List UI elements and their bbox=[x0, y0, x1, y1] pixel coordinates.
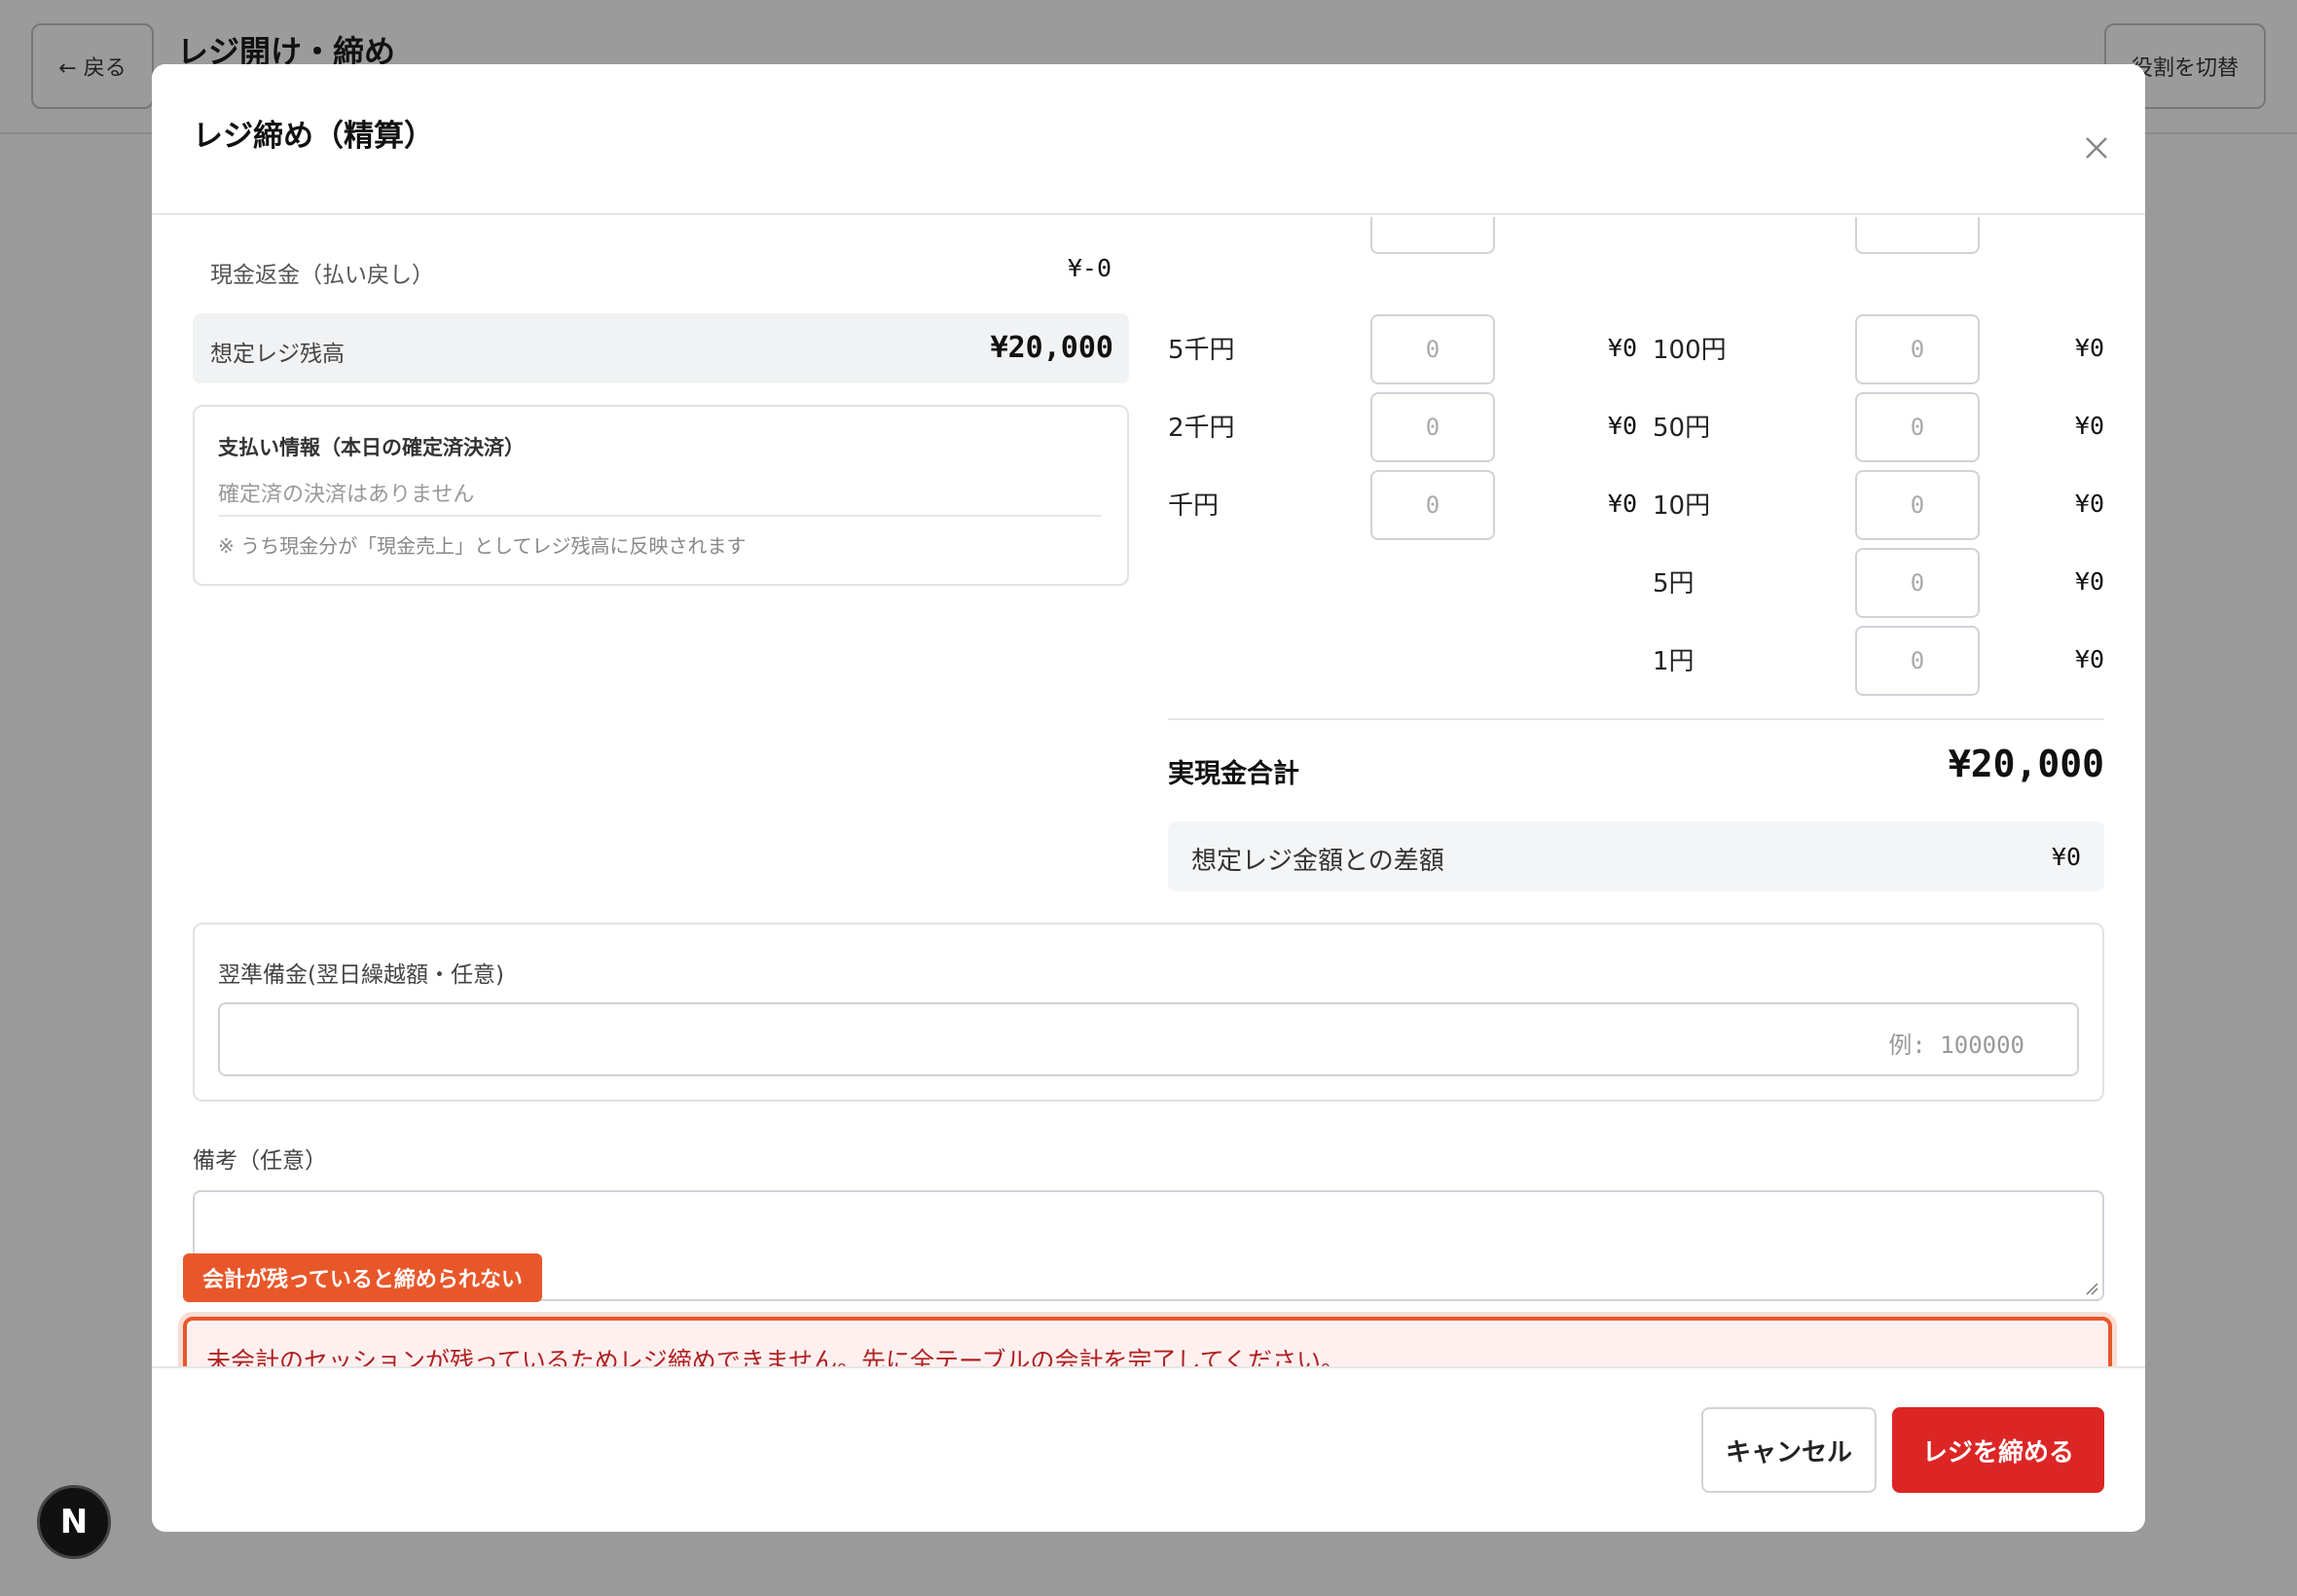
denomination-input-partial[interactable] bbox=[1855, 217, 1980, 254]
difference-row: 想定レジ金額との差額 ¥0 bbox=[1168, 821, 2104, 891]
register-close-modal: レジ締め（精算） 現金返金（払い戻し） ¥-0 想定レジ残高 ¥20,000 支… bbox=[152, 64, 2145, 1532]
denomination-row: 5千円 0 ¥0 bbox=[1168, 314, 1637, 384]
modal-header: レジ締め（精算） bbox=[152, 64, 2145, 215]
expected-balance-label: 想定レジ残高 bbox=[210, 342, 345, 367]
denomination-count-input[interactable]: 0 bbox=[1855, 314, 1980, 384]
denomination-label: 100円 bbox=[1653, 336, 1727, 365]
denomination-label: 5千円 bbox=[1168, 336, 1235, 365]
denomination-count-input[interactable]: 0 bbox=[1370, 470, 1495, 540]
denomination-subtotal: ¥0 bbox=[2074, 334, 2104, 362]
reserve-label: 翌準備金(翌日繰越額・任意) bbox=[218, 962, 504, 988]
denomination-label: 5円 bbox=[1653, 569, 1695, 598]
annotation-tag: 会計が残っていると締められない bbox=[183, 1253, 542, 1302]
actual-total-value: ¥20,000 bbox=[1948, 743, 2104, 785]
divider bbox=[1168, 718, 2104, 720]
difference-value: ¥0 bbox=[2051, 843, 2081, 871]
payment-info-empty: 確定済の決済はありません bbox=[218, 483, 475, 507]
denomination-row: 10円 0 ¥0 bbox=[1653, 470, 2104, 540]
denomination-count-input[interactable]: 0 bbox=[1370, 392, 1495, 462]
denomination-label: 10円 bbox=[1653, 491, 1711, 521]
denomination-row: 2千円 0 ¥0 bbox=[1168, 392, 1637, 462]
close-register-button[interactable]: レジを締める bbox=[1892, 1407, 2104, 1493]
denomination-row: 5円 0 ¥0 bbox=[1653, 548, 2104, 618]
denomination-label: 50円 bbox=[1653, 414, 1711, 443]
denomination-count-input[interactable]: 0 bbox=[1855, 470, 1980, 540]
denomination-label: 千円 bbox=[1168, 491, 1220, 521]
reserve-input[interactable]: 例: 100000 bbox=[218, 1002, 2079, 1076]
denomination-subtotal: ¥0 bbox=[2074, 490, 2104, 518]
memo-label: 備考（任意） bbox=[193, 1148, 327, 1174]
payment-info-note: ※ うち現金分が「現金売上」としてレジ残高に反映されます bbox=[218, 534, 747, 558]
denomination-count-input[interactable]: 0 bbox=[1370, 314, 1495, 384]
expected-balance-row: 想定レジ残高 ¥20,000 bbox=[193, 313, 1129, 383]
denomination-count-input[interactable]: 0 bbox=[1855, 626, 1980, 696]
expected-balance-value: ¥20,000 bbox=[990, 331, 1113, 365]
modal-footer: キャンセル レジを締める bbox=[152, 1366, 2145, 1532]
denomination-count-input[interactable]: 0 bbox=[1855, 392, 1980, 462]
resize-grip-icon[interactable] bbox=[2085, 1282, 2098, 1295]
denomination-row: 千円 0 ¥0 bbox=[1168, 470, 1637, 540]
modal-title: レジ締め（精算） bbox=[193, 119, 434, 154]
denomination-input-partial[interactable] bbox=[1370, 217, 1495, 254]
denomination-label: 1円 bbox=[1653, 647, 1695, 676]
denomination-subtotal: ¥0 bbox=[1607, 412, 1637, 440]
denomination-subtotal: ¥0 bbox=[2074, 567, 2104, 596]
actual-total-label: 実現金合計 bbox=[1168, 759, 1299, 789]
reserve-placeholder: 例: 100000 bbox=[1888, 1032, 2024, 1059]
denomination-subtotal: ¥0 bbox=[2074, 645, 2104, 673]
denomination-count-input[interactable]: 0 bbox=[1855, 548, 1980, 618]
cancel-button[interactable]: キャンセル bbox=[1701, 1407, 1877, 1493]
denomination-row: 100円 0 ¥0 bbox=[1653, 314, 2104, 384]
denomination-subtotal: ¥0 bbox=[1607, 490, 1637, 518]
denomination-subtotal: ¥0 bbox=[2074, 412, 2104, 440]
payment-info-title: 支払い情報（本日の確定済決済） bbox=[218, 436, 525, 459]
denomination-row: 50円 0 ¥0 bbox=[1653, 392, 2104, 462]
modal-body: 現金返金（払い戻し） ¥-0 想定レジ残高 ¥20,000 支払い情報（本日の確… bbox=[152, 217, 2145, 1432]
reserve-card: 翌準備金(翌日繰越額・任意) 例: 100000 bbox=[193, 923, 2104, 1102]
denomination-label: 2千円 bbox=[1168, 414, 1235, 443]
divider bbox=[218, 515, 1102, 517]
difference-label: 想定レジ金額との差額 bbox=[1191, 847, 1444, 876]
refund-label: 現金返金（払い戻し） bbox=[210, 263, 434, 288]
back-button[interactable]: ← 戻る bbox=[31, 23, 154, 109]
payment-info-card: 支払い情報（本日の確定済決済） 確定済の決済はありません ※ うち現金分が「現金… bbox=[193, 405, 1129, 586]
denomination-row: 1円 0 ¥0 bbox=[1653, 626, 2104, 696]
close-icon[interactable] bbox=[2077, 128, 2116, 167]
refund-row: 現金返金（払い戻し） ¥-0 bbox=[193, 217, 1127, 295]
refund-value: ¥-0 bbox=[1067, 254, 1112, 282]
nextjs-dev-badge[interactable]: N bbox=[37, 1485, 111, 1559]
denomination-subtotal: ¥0 bbox=[1607, 334, 1637, 362]
